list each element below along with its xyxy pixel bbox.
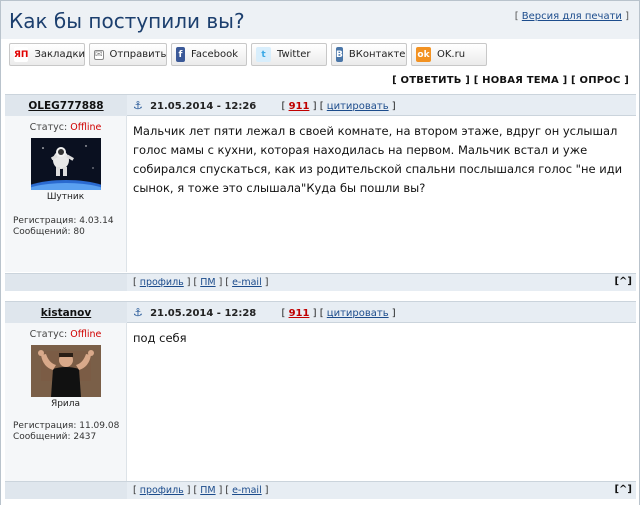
author-name[interactable]: kistanov xyxy=(41,307,91,319)
author-status: Статус: Offline xyxy=(29,329,102,340)
post-header: OLEG777888 ⚓ 21.05.2014 - 12:26 [ 911 ] … xyxy=(5,94,636,116)
print-version: [ Версия для печати ] xyxy=(514,11,629,22)
share-vk-button[interactable]: B ВКонтакте xyxy=(331,43,407,66)
share-bar: ЯП Закладки ✉ Отправить f Facebook t Twi… xyxy=(9,43,487,67)
quote-link[interactable]: цитировать xyxy=(327,101,389,112)
post-body: под себя xyxy=(127,323,636,481)
email-link[interactable]: e-mail xyxy=(232,277,262,288)
facebook-icon: f xyxy=(176,47,185,62)
author-status: Статус: Offline xyxy=(29,122,102,133)
post-footer-links: [ профиль ] [ ПМ ] [ e-mail ] xyxy=(133,277,269,288)
share-send-button[interactable]: ✉ Отправить xyxy=(89,43,167,66)
share-label: Отправить xyxy=(109,49,167,60)
message-count: Сообщений: 2437 xyxy=(13,432,97,442)
odnoklassniki-icon: ok xyxy=(416,47,431,62)
author-panel: Статус: Offline Шутник Регистрация: 4.03… xyxy=(5,116,127,272)
post-text: под себя xyxy=(133,331,187,345)
reply-button[interactable]: [ ОТВЕТИТЬ ] xyxy=(392,75,470,86)
author-cell: OLEG777888 xyxy=(5,95,127,116)
forum-post: kistanov ⚓ 21.05.2014 - 12:28 [ 911 ] [ … xyxy=(5,301,636,505)
scroll-top-button[interactable]: [^] xyxy=(614,484,632,495)
print-version-link[interactable]: Версия для печати xyxy=(522,11,622,22)
footer-left-cell xyxy=(5,274,127,291)
anchor-icon[interactable]: ⚓ xyxy=(133,306,143,319)
post-number[interactable]: 911 xyxy=(289,308,310,319)
forum-topic-page: Как бы поступили вы? [ Версия для печати… xyxy=(0,0,640,505)
profile-link[interactable]: профиль xyxy=(140,277,184,288)
offline-status: Offline xyxy=(70,329,102,340)
share-twitter-button[interactable]: t Twitter xyxy=(251,43,327,66)
profile-link[interactable]: профиль xyxy=(140,485,184,496)
new-topic-button[interactable]: [ НОВАЯ ТЕМА ] xyxy=(474,75,568,86)
mail-icon: ✉ xyxy=(94,49,104,60)
message-count: Сообщений: 80 xyxy=(13,227,85,237)
page-title: Как бы поступили вы? xyxy=(9,9,245,33)
post-header: kistanov ⚓ 21.05.2014 - 12:28 [ 911 ] [ … xyxy=(5,301,636,323)
post-date: 21.05.2014 - 12:26 xyxy=(150,101,257,112)
avatar xyxy=(30,345,101,397)
anchor-icon[interactable]: ⚓ xyxy=(133,99,143,112)
author-cell: kistanov xyxy=(5,302,127,323)
yandex-icon: ЯП xyxy=(14,47,29,62)
post-meta: ⚓ 21.05.2014 - 12:28 [ 911 ] [ цитироват… xyxy=(133,306,396,319)
pm-link[interactable]: ПМ xyxy=(200,485,215,496)
vk-icon: B xyxy=(336,47,343,62)
author-name[interactable]: OLEG777888 xyxy=(28,100,103,112)
post-number[interactable]: 911 xyxy=(289,101,310,112)
topic-actions: [ ОТВЕТИТЬ ] [ НОВАЯ ТЕМА ] [ ОПРОС ] xyxy=(392,75,629,86)
share-ok-button[interactable]: ok OK.ru xyxy=(411,43,487,66)
post-meta: ⚓ 21.05.2014 - 12:26 [ 911 ] [ цитироват… xyxy=(133,99,396,112)
post-footer-links: [ профиль ] [ ПМ ] [ e-mail ] xyxy=(133,485,269,496)
footer-left-cell xyxy=(5,482,127,499)
share-label: Закладки xyxy=(34,49,86,60)
forum-post: OLEG777888 ⚓ 21.05.2014 - 12:26 [ 911 ] … xyxy=(5,94,636,292)
share-label: OK.ru xyxy=(437,49,466,60)
twitter-icon: t xyxy=(256,47,271,62)
topic-header: Как бы поступили вы? [ Версия для печати… xyxy=(1,1,639,39)
share-facebook-button[interactable]: f Facebook xyxy=(171,43,247,66)
email-link[interactable]: e-mail xyxy=(232,485,262,496)
share-label: Facebook xyxy=(191,49,238,60)
post-footer: [ профиль ] [ ПМ ] [ e-mail ] [^] xyxy=(5,273,636,291)
post-footer: [ профиль ] [ ПМ ] [ e-mail ] [^] xyxy=(5,481,636,499)
post-body: Мальчик лет пяти лежал в своей комнате, … xyxy=(127,116,636,272)
avatar-caption: Шутник xyxy=(46,192,85,202)
post-text: Мальчик лет пяти лежал в своей комнате, … xyxy=(133,124,623,195)
scroll-top-button[interactable]: [^] xyxy=(614,276,632,287)
offline-status: Offline xyxy=(70,122,102,133)
author-panel: Статус: Offline Ярила Регистрация: 11.09… xyxy=(5,323,127,481)
registration-date: Регистрация: 11.09.08 xyxy=(13,421,120,431)
poll-button[interactable]: [ ОПРОС ] xyxy=(571,75,629,86)
share-label: Twitter xyxy=(277,49,311,60)
share-bookmarks-button[interactable]: ЯП Закладки xyxy=(9,43,85,66)
avatar-caption: Ярила xyxy=(50,399,81,409)
registration-date: Регистрация: 4.03.14 xyxy=(13,216,114,226)
post-date: 21.05.2014 - 12:28 xyxy=(150,308,257,319)
quote-link[interactable]: цитировать xyxy=(327,308,389,319)
share-label: ВКонтакте xyxy=(348,49,406,60)
avatar xyxy=(30,138,101,190)
pm-link[interactable]: ПМ xyxy=(200,277,215,288)
